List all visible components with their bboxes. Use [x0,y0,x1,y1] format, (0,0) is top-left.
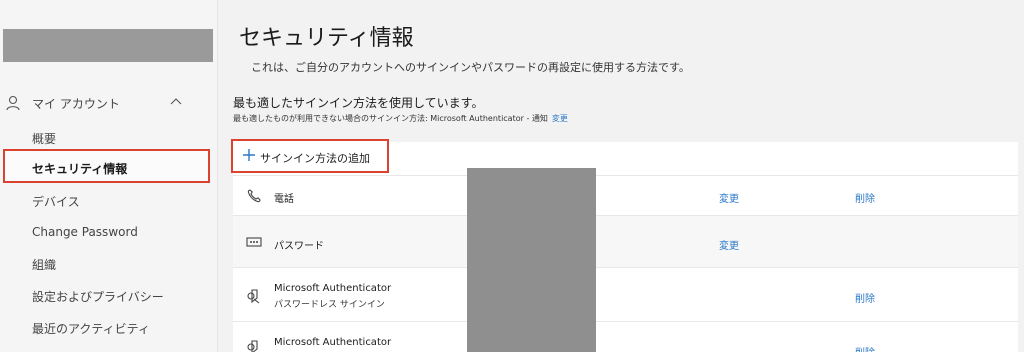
add-sign-in-method-label: サインイン方法の追加 [260,152,370,165]
method-name: Microsoft Authenticator [274,337,392,348]
main-content: セキュリティ情報 これは、ご自分のアカウントへのサインインやパスワードの再設定に… [219,0,1024,352]
method-delete-link[interactable]: 削除 [855,190,875,205]
sidebar-item-overview[interactable]: 概要 [32,130,56,147]
method-name: 電話 [274,194,294,205]
default-method-subtext: 最も適したものが利用できない場合のサインイン方法: Microsoft Auth… [233,113,568,124]
sidebar-item-organizations[interactable]: 組織 [32,256,56,273]
method-delete-link[interactable]: 削除 [855,290,875,305]
method-row-password: パスワード 変更 [233,215,1018,267]
sidebar-item-label: セキュリティ情報 [32,162,128,176]
sidebar-item-change-password[interactable]: Change Password [32,225,138,239]
method-name: Microsoft Authenticator [274,283,392,294]
password-dots-icon [246,237,262,247]
plus-icon [243,149,255,161]
sidebar-item-settings-privacy[interactable]: 設定およびプライバシー [32,288,164,305]
method-name: パスワード [274,241,324,252]
sidebar-item-recent-activity[interactable]: 最近のアクティビティ [32,320,150,337]
page-description: これは、ご自分のアカウントへのサインインやパスワードの再設定に使用する方法です。 [251,61,690,74]
my-account-label: マイ アカウント [32,97,120,111]
redacted-block [467,168,596,352]
method-row-phone: 電話 変更 削除 [233,175,1018,215]
default-method-text: 最も適したものが利用できない場合のサインイン方法: Microsoft Auth… [233,114,548,123]
sidebar-item-devices[interactable]: デバイス [32,193,80,210]
person-icon [6,95,20,111]
method-subtext: パスワードレス サインイン [274,300,385,310]
sidebar: マイ アカウント 概要 セキュリティ情報 デバイス Change Passwor… [0,0,218,352]
sidebar-item-security-info[interactable]: セキュリティ情報 [3,149,210,183]
page-title: セキュリティ情報 [239,26,414,51]
redacted-block [3,29,213,62]
method-delete-link[interactable]: 削除 [855,344,875,352]
chevron-up-icon[interactable] [170,96,182,106]
add-sign-in-method-button[interactable]: サインイン方法の追加 [231,139,389,173]
method-change-link[interactable]: 変更 [719,237,739,252]
authenticator-icon [247,340,258,352]
method-change-link[interactable]: 変更 [719,190,739,205]
method-row-authenticator: Microsoft Authenticator パスワードレス サインイン 削除 [233,267,1018,321]
phone-icon [247,189,261,203]
authenticator-icon [247,289,260,304]
method-row-authenticator: Microsoft Authenticator 削除 [233,321,1018,352]
my-account-group-header[interactable]: マイ アカウント [0,92,218,114]
default-method-heading: 最も適したサインイン方法を使用しています。 [233,96,484,110]
default-method-change-link[interactable]: 変更 [552,114,568,123]
